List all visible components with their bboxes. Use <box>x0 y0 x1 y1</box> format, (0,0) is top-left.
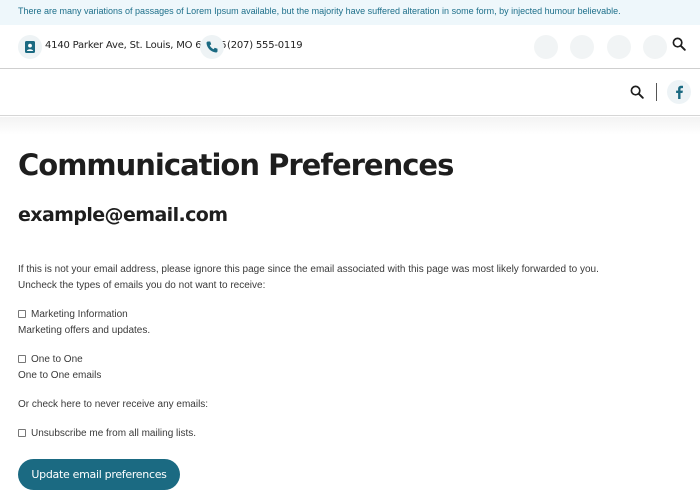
phone-icon[interactable] <box>200 35 224 59</box>
nav-search-icon[interactable] <box>630 85 644 99</box>
update-preferences-button[interactable]: Update email preferences <box>18 459 180 490</box>
address-text: 4140 Parker Ave, St. Louis, MO 63116 <box>45 40 227 51</box>
contact-bar: 4140 Parker Ave, St. Louis, MO 63116 (20… <box>0 25 700 69</box>
never-receive-text: Or check here to never receive any email… <box>18 399 209 410</box>
marketing-description: Marketing offers and updates. <box>18 325 151 336</box>
announcement-text: There are many variations of passages of… <box>18 6 621 16</box>
unsubscribe-label[interactable]: Unsubscribe me from all mailing lists. <box>31 428 196 439</box>
marketing-label[interactable]: Marketing Information <box>31 309 128 320</box>
nav-divider <box>656 83 657 101</box>
address-book-icon <box>18 35 42 59</box>
announcement-bar: There are many variations of passages of… <box>0 0 700 25</box>
main-nav <box>0 69 700 116</box>
intro-text: If this is not your email address, pleas… <box>18 264 599 275</box>
facebook-icon[interactable] <box>667 80 691 104</box>
email-address: example@email.com <box>18 204 228 226</box>
unsubscribe-checkbox[interactable] <box>18 429 26 437</box>
social-link-1[interactable] <box>534 35 558 59</box>
search-icon[interactable] <box>672 37 686 51</box>
header-shadow <box>0 117 700 135</box>
instructions-text: Uncheck the types of emails you do not w… <box>18 280 266 291</box>
social-link-2[interactable] <box>570 35 594 59</box>
one-to-one-description: One to One emails <box>18 370 102 381</box>
page-title: Communication Preferences <box>18 148 454 182</box>
social-link-3[interactable] <box>607 35 631 59</box>
social-link-4[interactable] <box>643 35 667 59</box>
phone-text[interactable]: (207) 555-0119 <box>227 40 303 51</box>
one-to-one-label[interactable]: One to One <box>31 354 83 365</box>
marketing-checkbox[interactable] <box>18 310 26 318</box>
one-to-one-checkbox[interactable] <box>18 355 26 363</box>
